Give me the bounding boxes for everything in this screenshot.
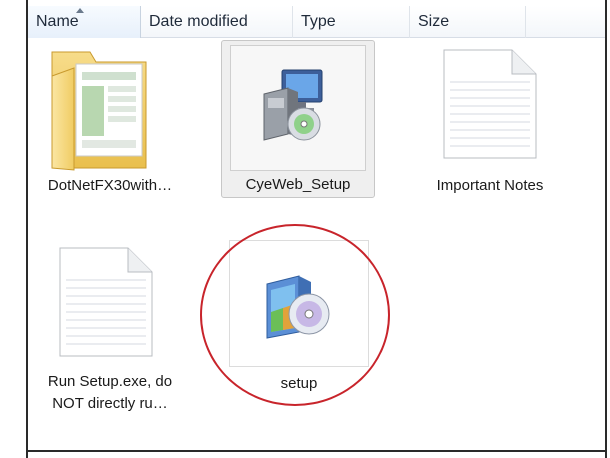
column-header-size[interactable]: Size	[410, 6, 526, 38]
window-border-right	[605, 0, 607, 458]
file-item-label: Important Notes	[436, 177, 544, 194]
column-header-filler	[526, 6, 605, 38]
column-header-type[interactable]: Type	[293, 6, 410, 38]
column-header-type-label: Type	[301, 13, 336, 30]
sort-ascending-icon	[76, 8, 84, 13]
file-item-important-notes[interactable]: Important Notes	[410, 40, 570, 200]
file-explorer-window: Name Date modified Type Size DotNetFX30w…	[0, 0, 610, 458]
file-item-label: CyeWeb_Setup	[245, 176, 351, 193]
window-border-bottom	[26, 450, 607, 452]
column-header-name[interactable]: Name	[28, 6, 141, 38]
column-header-name-label: Name	[36, 13, 79, 30]
highlight-circle-annotation	[200, 224, 390, 406]
column-header-date-modified[interactable]: Date modified	[141, 6, 293, 38]
file-item-label-line1: Run Setup.exe, do	[47, 373, 173, 390]
file-item-cyeweb-setup[interactable]: CyeWeb_Setup	[221, 40, 375, 198]
column-header-size-label: Size	[418, 13, 450, 30]
file-item-label: DotNetFX30with…	[47, 177, 173, 194]
text-document-icon	[59, 247, 153, 357]
column-header-bar: Name Date modified Type Size	[28, 6, 605, 38]
file-item-run-setup-notes[interactable]: Run Setup.exe, do NOT directly ru…	[30, 236, 190, 416]
column-header-date-label: Date modified	[149, 13, 248, 30]
installer-icon	[263, 69, 323, 141]
folder-icon	[51, 51, 147, 171]
text-document-icon	[443, 49, 537, 159]
window-border-left	[26, 0, 28, 458]
file-item-dotnetfx[interactable]: DotNetFX30with…	[30, 40, 190, 200]
file-item-label-line2: NOT directly ru…	[52, 395, 168, 412]
